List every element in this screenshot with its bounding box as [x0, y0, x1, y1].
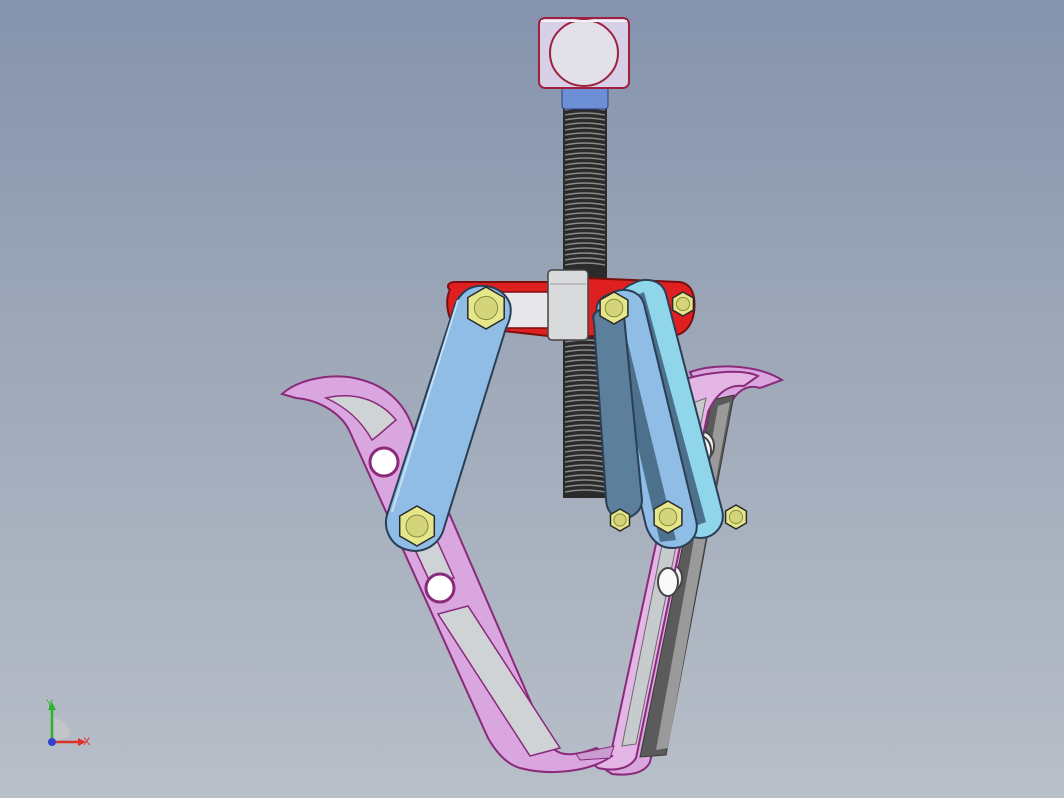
gear-puller-model[interactable]: [0, 0, 1064, 798]
jaw-left-hole-lower: [424, 572, 456, 604]
cad-viewport[interactable]: Y X: [0, 0, 1064, 798]
bolt-face: [604, 298, 624, 318]
bolt-face: [613, 513, 627, 527]
triad-x-label: X: [83, 736, 91, 748]
bolt-face: [675, 296, 691, 312]
triad-y-label: Y: [46, 698, 54, 710]
screw-collar: [561, 86, 609, 110]
bolt-face: [473, 295, 499, 321]
screw-head[interactable]: [538, 17, 630, 89]
jaw-left-hole-upper: [368, 446, 400, 478]
bolt-face: [658, 507, 678, 527]
bolt-face: [405, 514, 429, 538]
bolt-face: [728, 509, 744, 525]
